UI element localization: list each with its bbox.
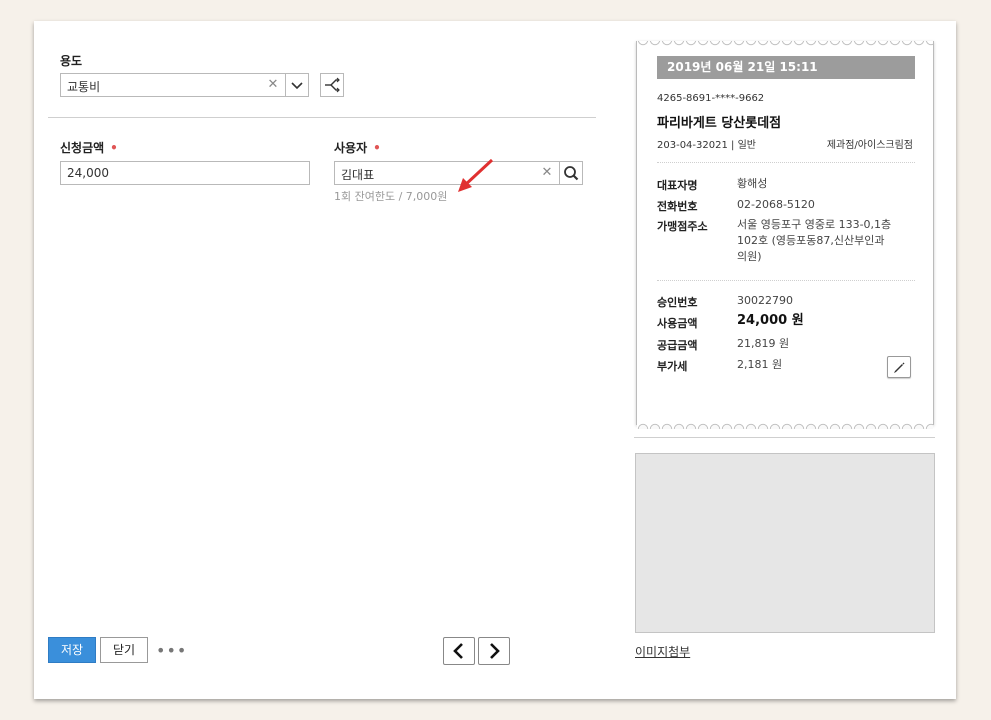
prev-button[interactable] xyxy=(443,637,475,665)
amount-key: 사용금액 xyxy=(657,317,698,330)
image-preview xyxy=(635,453,935,633)
limit-hint: 1회 잔여한도 / 7,000원 xyxy=(334,190,448,203)
phone-key: 전화번호 xyxy=(657,200,698,213)
approval-value: 30022790 xyxy=(737,294,793,307)
edit-button[interactable] xyxy=(887,356,911,378)
chevron-left-icon xyxy=(453,643,463,659)
amount-value: 24,000 원 xyxy=(737,313,804,328)
merchant-name: 파리바게트 당산롯데점 xyxy=(657,116,782,131)
close-button[interactable]: 닫기 xyxy=(100,637,148,663)
expense-dialog: 용도 교통비 ✕ 신청금액 • 24,000 사용자 • 김대표 ✕ 1회 잔여… xyxy=(34,21,956,699)
more-button[interactable]: ••• xyxy=(156,641,187,660)
address-line: 102호 (영등포동87,신산부인과 xyxy=(737,234,885,247)
receipt-card: 2019년 06월 21일 15:11 4265-8691-****-9662 … xyxy=(636,41,934,429)
search-button[interactable] xyxy=(559,161,583,185)
chevron-right-icon xyxy=(490,643,500,659)
chevron-down-icon xyxy=(291,82,303,90)
receipt-divider xyxy=(657,162,915,163)
amount-input[interactable]: 24,000 xyxy=(60,161,310,185)
amount-label-text: 신청금액 xyxy=(60,141,105,155)
amount-label: 신청금액 • xyxy=(60,139,118,156)
card-number: 4265-8691-****-9662 xyxy=(657,93,765,104)
address-line: 의원) xyxy=(737,250,762,263)
close-icon[interactable]: ✕ xyxy=(263,75,283,95)
usage-select[interactable]: 교통비 ✕ xyxy=(60,73,286,97)
receipt-divider-line xyxy=(634,437,935,438)
required-mark: • xyxy=(110,141,118,155)
split-button[interactable] xyxy=(320,73,344,97)
search-icon xyxy=(564,166,579,181)
usage-value: 교통비 xyxy=(67,80,101,94)
section-divider xyxy=(48,117,596,118)
receipt-datetime: 2019년 06월 21일 15:11 xyxy=(657,56,915,79)
receipt-divider xyxy=(657,280,915,281)
address-line: 서울 영등포구 영중로 133-0,1층 xyxy=(737,218,892,231)
phone-value: 02-2068-5120 xyxy=(737,198,815,211)
dropdown-button[interactable] xyxy=(285,73,309,97)
supply-key: 공급금액 xyxy=(657,339,698,352)
ceo-value: 황해성 xyxy=(737,177,768,190)
close-icon[interactable]: ✕ xyxy=(537,163,557,183)
vat-value: 2,181 원 xyxy=(737,358,783,371)
merchant-category: 제과점/아이스크림점 xyxy=(826,140,913,151)
supply-value: 21,819 원 xyxy=(737,337,790,350)
address-value: 서울 영등포구 영중로 133-0,1층 102호 (영등포동87,신산부인과 … xyxy=(737,217,891,265)
annotation-arrow xyxy=(458,158,494,192)
pencil-icon xyxy=(894,362,905,373)
share-icon xyxy=(325,77,340,93)
receipt-edge-top xyxy=(637,41,933,46)
vat-key: 부가세 xyxy=(657,360,688,373)
user-input[interactable]: 김대표 ✕ xyxy=(334,161,560,185)
user-label-text: 사용자 xyxy=(334,141,368,155)
usage-label: 용도 xyxy=(60,54,83,68)
image-attach-link[interactable]: 이미지첨부 xyxy=(635,643,690,660)
amount-value: 24,000 xyxy=(67,166,109,180)
user-value: 김대표 xyxy=(341,168,375,182)
approval-key: 승인번호 xyxy=(657,296,698,309)
business-number: 203-04-32021 | 일반 xyxy=(657,140,756,151)
save-button[interactable]: 저장 xyxy=(48,637,96,663)
ceo-key: 대표자명 xyxy=(657,179,698,192)
user-label: 사용자 • xyxy=(334,139,381,156)
receipt-edge-bottom xyxy=(637,421,933,429)
required-mark: • xyxy=(373,141,381,155)
address-key: 가맹점주소 xyxy=(657,220,708,233)
next-button[interactable] xyxy=(478,637,510,665)
